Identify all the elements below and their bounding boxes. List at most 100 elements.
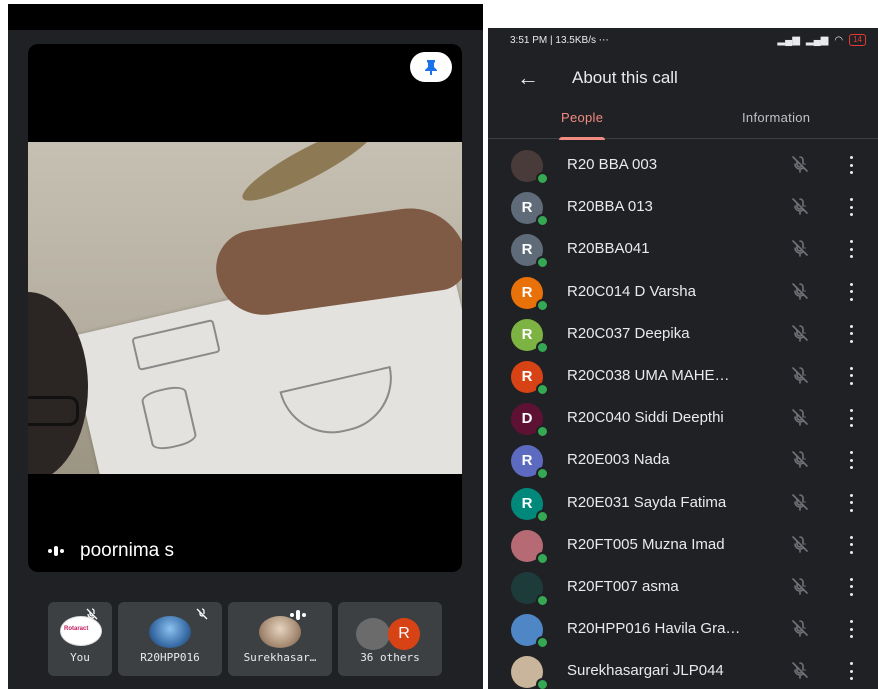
online-status-dot [536, 340, 549, 354]
online-status-dot [536, 298, 549, 312]
pin-button[interactable] [410, 52, 452, 82]
participant-row[interactable]: R R20C014 D Varsha [488, 271, 878, 313]
avatar [259, 616, 301, 648]
participant-row[interactable]: R R20C038 UMA MAHE… [488, 355, 878, 397]
top-bar [8, 4, 483, 30]
more-options-icon[interactable] [848, 324, 854, 343]
battery-icon: 14 [849, 34, 866, 46]
participant-row[interactable]: R20FT007 asma [488, 566, 878, 608]
mic-off-icon[interactable] [790, 407, 810, 427]
rotaract-logo: Rotaract [60, 616, 102, 646]
more-options-icon[interactable] [848, 198, 854, 217]
status-left: 3:51 PM | 13.5KB/s ⋯ [510, 34, 609, 46]
meeting-view: poornima s Rotaract You R20HPP016 Surekh… [8, 4, 483, 689]
back-arrow-icon[interactable]: ← [488, 65, 564, 91]
participant-row[interactable]: R R20E003 Nada [488, 439, 878, 481]
participant-row[interactable]: R R20C037 Deepika [488, 313, 878, 355]
app-bar: ← About this call [488, 58, 878, 98]
online-status-dot [536, 214, 549, 228]
online-status-dot [536, 593, 549, 607]
participant-name: R20E003 Nada [567, 451, 670, 469]
pin-icon [425, 60, 437, 75]
participant-name: R20C040 Siddi Deepthi [567, 409, 724, 427]
participant-name: Surekhasargari JLP044 [567, 662, 724, 680]
mic-off-icon[interactable] [790, 660, 810, 680]
thumbnail-label: R20HPP016 [140, 651, 200, 664]
thumbnail-r20hpp016[interactable]: R20HPP016 [118, 602, 222, 676]
participant-name: R20C038 UMA MAHE… [567, 366, 730, 384]
participant-row[interactable]: R20FT005 Muzna Imad [488, 524, 878, 566]
thumbnail-surekhasargari[interactable]: Surekhasar… [228, 602, 332, 676]
more-options-icon[interactable] [848, 493, 854, 512]
tab-people[interactable]: People [559, 110, 606, 140]
participant-row[interactable]: Surekhasargari JLP044 [488, 650, 878, 689]
mic-off-icon[interactable] [790, 196, 810, 216]
online-status-dot [536, 509, 549, 523]
network-speed: 13.5KB/s [555, 34, 596, 46]
about-call-panel: 3:51 PM | 13.5KB/s ⋯ ▂▄▆ ▂▄▆ ◠ 14 ← Abou… [488, 28, 878, 689]
participant-name: R20BBA041 [567, 240, 650, 258]
mic-off-icon [196, 608, 208, 620]
status-overflow: ⋯ [598, 34, 609, 46]
tab-information[interactable]: Information [742, 110, 810, 125]
more-options-icon[interactable] [848, 662, 854, 681]
thumbnail-others[interactable]: R 36 others [338, 602, 442, 676]
audio-level-icon [48, 546, 64, 556]
signal-icon: ▂▄▆ [777, 34, 800, 46]
avatar-letter: R [388, 618, 420, 650]
participant-row[interactable]: R20 BBA 003 [488, 144, 878, 186]
participant-name: R20FT005 Muzna Imad [567, 535, 725, 553]
more-options-icon[interactable] [848, 240, 854, 259]
participant-row[interactable]: R R20BBA 013 [488, 186, 878, 228]
active-tab-indicator [559, 137, 606, 140]
thumbnail-label: You [70, 651, 90, 664]
mic-off-icon[interactable] [790, 323, 810, 343]
participant-name: R20C014 D Varsha [567, 282, 696, 300]
mic-off-icon[interactable] [790, 449, 810, 469]
thumbnail-label: Surekhasar… [243, 651, 317, 664]
mic-off-icon[interactable] [790, 492, 810, 512]
mic-off-icon[interactable] [790, 281, 810, 301]
thumbnail-you[interactable]: Rotaract You [48, 602, 112, 676]
tab-label: Information [742, 110, 811, 125]
online-status-dot [536, 425, 549, 439]
more-options-icon[interactable] [848, 620, 854, 639]
page-title: About this call [572, 68, 678, 87]
online-status-dot [536, 467, 549, 481]
speaker-name: poornima s [80, 540, 174, 561]
mic-off-icon[interactable] [790, 576, 810, 596]
tab-bar: People Information [488, 104, 878, 140]
mic-off-icon[interactable] [790, 238, 810, 258]
online-status-dot [536, 382, 549, 396]
more-options-icon[interactable] [848, 409, 854, 428]
online-status-dot [536, 172, 549, 185]
online-status-dot [536, 636, 549, 650]
avatar [149, 616, 191, 648]
main-video-tile[interactable]: poornima s [28, 44, 462, 572]
more-options-icon[interactable] [848, 366, 854, 385]
online-status-dot [536, 551, 549, 565]
mic-off-icon[interactable] [790, 154, 810, 174]
status-time: 3:51 PM [510, 34, 548, 46]
participant-row[interactable]: D R20C040 Siddi Deepthi [488, 397, 878, 439]
more-options-icon[interactable] [848, 156, 854, 174]
mic-off-icon[interactable] [790, 534, 810, 554]
participant-name: R20HPP016 Havila Gra… [567, 620, 741, 638]
signal-icon: ▂▄▆ [805, 34, 829, 46]
more-options-icon[interactable] [848, 577, 854, 596]
thumbnail-label: 36 others [360, 651, 420, 664]
participant-name: R20FT007 asma [567, 577, 679, 595]
participant-name: R20BBA 013 [567, 198, 653, 216]
participant-row[interactable]: R20HPP016 Havila Gra… [488, 608, 878, 650]
participant-list: R20 BBA 003 R R20BBA 013 R R20BBA041 R R20C014… [488, 144, 878, 689]
more-options-icon[interactable] [848, 535, 854, 554]
speaker-label: poornima s [48, 540, 174, 562]
more-options-icon[interactable] [848, 282, 854, 301]
wifi-icon: ◠ [834, 34, 844, 46]
participant-name: R20 BBA 003 [567, 156, 658, 173]
participant-row[interactable]: R R20BBA041 [488, 228, 878, 270]
participant-row[interactable]: R R20E031 Sayda Fatima [488, 482, 878, 524]
mic-off-icon[interactable] [790, 365, 810, 385]
more-options-icon[interactable] [848, 451, 854, 470]
mic-off-icon[interactable] [790, 618, 810, 638]
